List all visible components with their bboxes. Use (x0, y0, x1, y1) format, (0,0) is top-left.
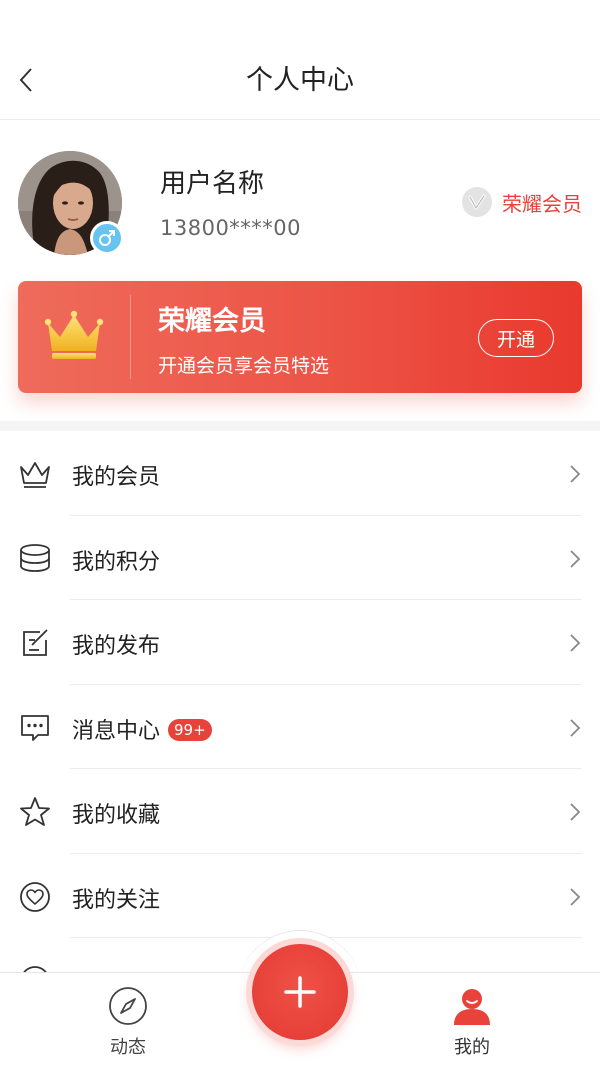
page-title: 个人中心 (246, 65, 354, 96)
v-badge-icon (462, 187, 492, 217)
coins-icon (18, 542, 52, 576)
crown-icon (44, 310, 104, 359)
tab-mine-label: 我的 (454, 1037, 490, 1058)
section-divider (0, 421, 600, 431)
star-icon (18, 795, 52, 829)
chevron-right-icon (570, 803, 581, 821)
chevron-right-icon (570, 549, 581, 568)
menu-item-following[interactable]: 我的关注 (0, 854, 600, 938)
menu-item-messages[interactable]: 消息中心 99+ (0, 685, 600, 769)
menu-item-posts[interactable]: 我的发布 (0, 600, 600, 685)
crown-outline-icon (18, 457, 52, 491)
user-icon (451, 985, 493, 1027)
menu-item-label: 我的会员 (72, 465, 161, 490)
male-icon (99, 230, 115, 246)
menu-item-favorites[interactable]: 我的收藏 (0, 769, 600, 854)
avatar-wrapper[interactable] (18, 151, 124, 255)
plus-icon (284, 976, 316, 1008)
tab-dynamic[interactable]: 动态 (68, 985, 188, 1065)
menu-item-points[interactable]: 我的积分 (0, 516, 600, 600)
vip-title: 荣耀会员 (158, 306, 266, 337)
member-level-tag[interactable]: 荣耀会员 (462, 187, 582, 217)
vip-divider (130, 295, 131, 379)
gender-badge (90, 221, 124, 255)
chat-icon (18, 711, 52, 745)
user-phone: 13800****00 (160, 216, 302, 240)
unread-badge: 99+ (168, 718, 212, 741)
edit-icon (18, 626, 52, 660)
vip-banner[interactable]: 荣耀会员 开通会员享会员特选 开通 (18, 281, 582, 393)
chevron-right-icon (570, 634, 581, 652)
menu-item-label: 我的发布 (72, 634, 161, 659)
user-name: 用户名称 (160, 169, 265, 199)
header: 个人中心 (0, 0, 600, 120)
chevron-right-icon (570, 465, 581, 483)
menu-item-label: 消息中心 99+ (72, 713, 212, 745)
vip-subtitle: 开通会员享会员特选 (158, 355, 330, 377)
chevron-right-icon (570, 887, 581, 906)
vip-open-button[interactable]: 开通 (478, 319, 554, 357)
menu-item-label: 我的积分 (72, 549, 161, 575)
tab-mine[interactable]: 我的 (412, 985, 532, 1065)
add-button[interactable] (252, 944, 348, 1040)
menu-item-membership[interactable]: 我的会员 (0, 431, 600, 516)
menu-item-label: 我的收藏 (72, 803, 161, 828)
member-level-label: 荣耀会员 (502, 191, 582, 216)
heart-icon (18, 880, 52, 914)
menu-item-label: 我的关注 (72, 887, 161, 913)
compass-icon (107, 985, 149, 1027)
tab-dynamic-label: 动态 (110, 1037, 146, 1058)
chevron-right-icon (570, 718, 581, 737)
